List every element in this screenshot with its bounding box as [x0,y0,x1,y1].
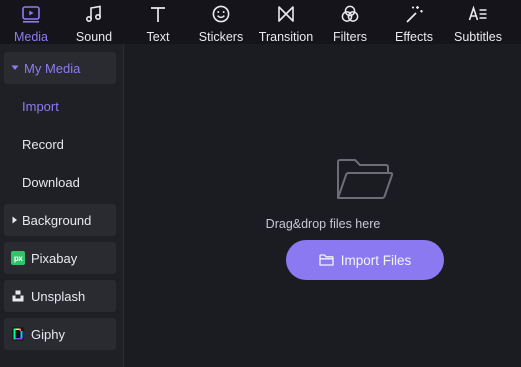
sidebar-item-label: Download [22,174,80,190]
folder-icon [319,254,334,266]
drop-hint-text: Drag&drop files here [265,217,381,231]
text-icon [147,3,169,25]
import-files-button[interactable]: Import Files [286,240,444,280]
tab-subtitles[interactable]: Subtitles [448,0,508,44]
sidebar-item-label: My Media [24,60,81,76]
tab-filters-label: Filters [332,30,368,44]
tab-stickers[interactable]: Stickers [190,0,252,44]
sidebar-item-download[interactable]: Download [4,166,116,198]
sidebar-item-pixabay[interactable]: px Pixabay [4,242,116,274]
bowtie-icon [275,3,297,25]
import-files-label: Import Files [340,252,412,268]
sidebar-item-label: Giphy [31,326,65,342]
sidebar-item-label: Background [22,212,92,228]
sidebar-item-label: Pixabay [31,250,78,266]
music-note-icon [83,3,105,25]
subtitles-icon [467,3,489,25]
tab-effects[interactable]: Effects [380,0,448,44]
smiley-icon [210,3,232,25]
tab-sound-label: Sound [75,30,113,44]
sidebar-item-label: Record [22,136,64,152]
tab-sound[interactable]: Sound [62,0,126,44]
circles-icon [339,3,361,25]
tab-transition[interactable]: Transition [252,0,320,44]
sidebar-item-import[interactable]: Import [4,90,116,122]
sidebar-item-giphy[interactable]: Giphy [4,318,116,350]
sidebar-item-label: Import [22,98,59,114]
media-drop-area[interactable]: Drag&drop files here Import Files [125,44,521,367]
tab-text-label: Text [146,30,170,44]
sidebar-item-label: Unsplash [31,288,86,304]
open-folder-icon [335,157,395,203]
tab-media-label: Media [13,30,49,44]
sidebar-item-unsplash[interactable]: Unsplash [4,280,116,312]
tab-transition-label: Transition [258,30,314,44]
sidebar-item-background[interactable]: Background [4,204,116,236]
tab-subtitles-label: Subtitles [454,30,502,44]
tab-media[interactable]: Media [0,0,62,44]
tab-filters[interactable]: Filters [320,0,380,44]
sidebar: My Media Import Record Download Backgrou… [0,44,124,367]
caret-right-icon [8,216,22,224]
tab-effects-label: Effects [395,30,433,44]
sidebar-item-my-media[interactable]: My Media [4,52,116,84]
media-icon [20,3,42,25]
tab-text[interactable]: Text [126,0,190,44]
top-toolbar: Media Sound Text Stickers Transition Fil… [0,0,521,44]
sidebar-item-record[interactable]: Record [4,128,116,160]
caret-down-icon [8,65,22,71]
unsplash-logo [11,289,25,303]
magic-wand-icon [403,3,425,25]
giphy-logo [11,327,25,341]
tab-stickers-label: Stickers [198,30,244,44]
pixabay-logo: px [11,251,25,265]
